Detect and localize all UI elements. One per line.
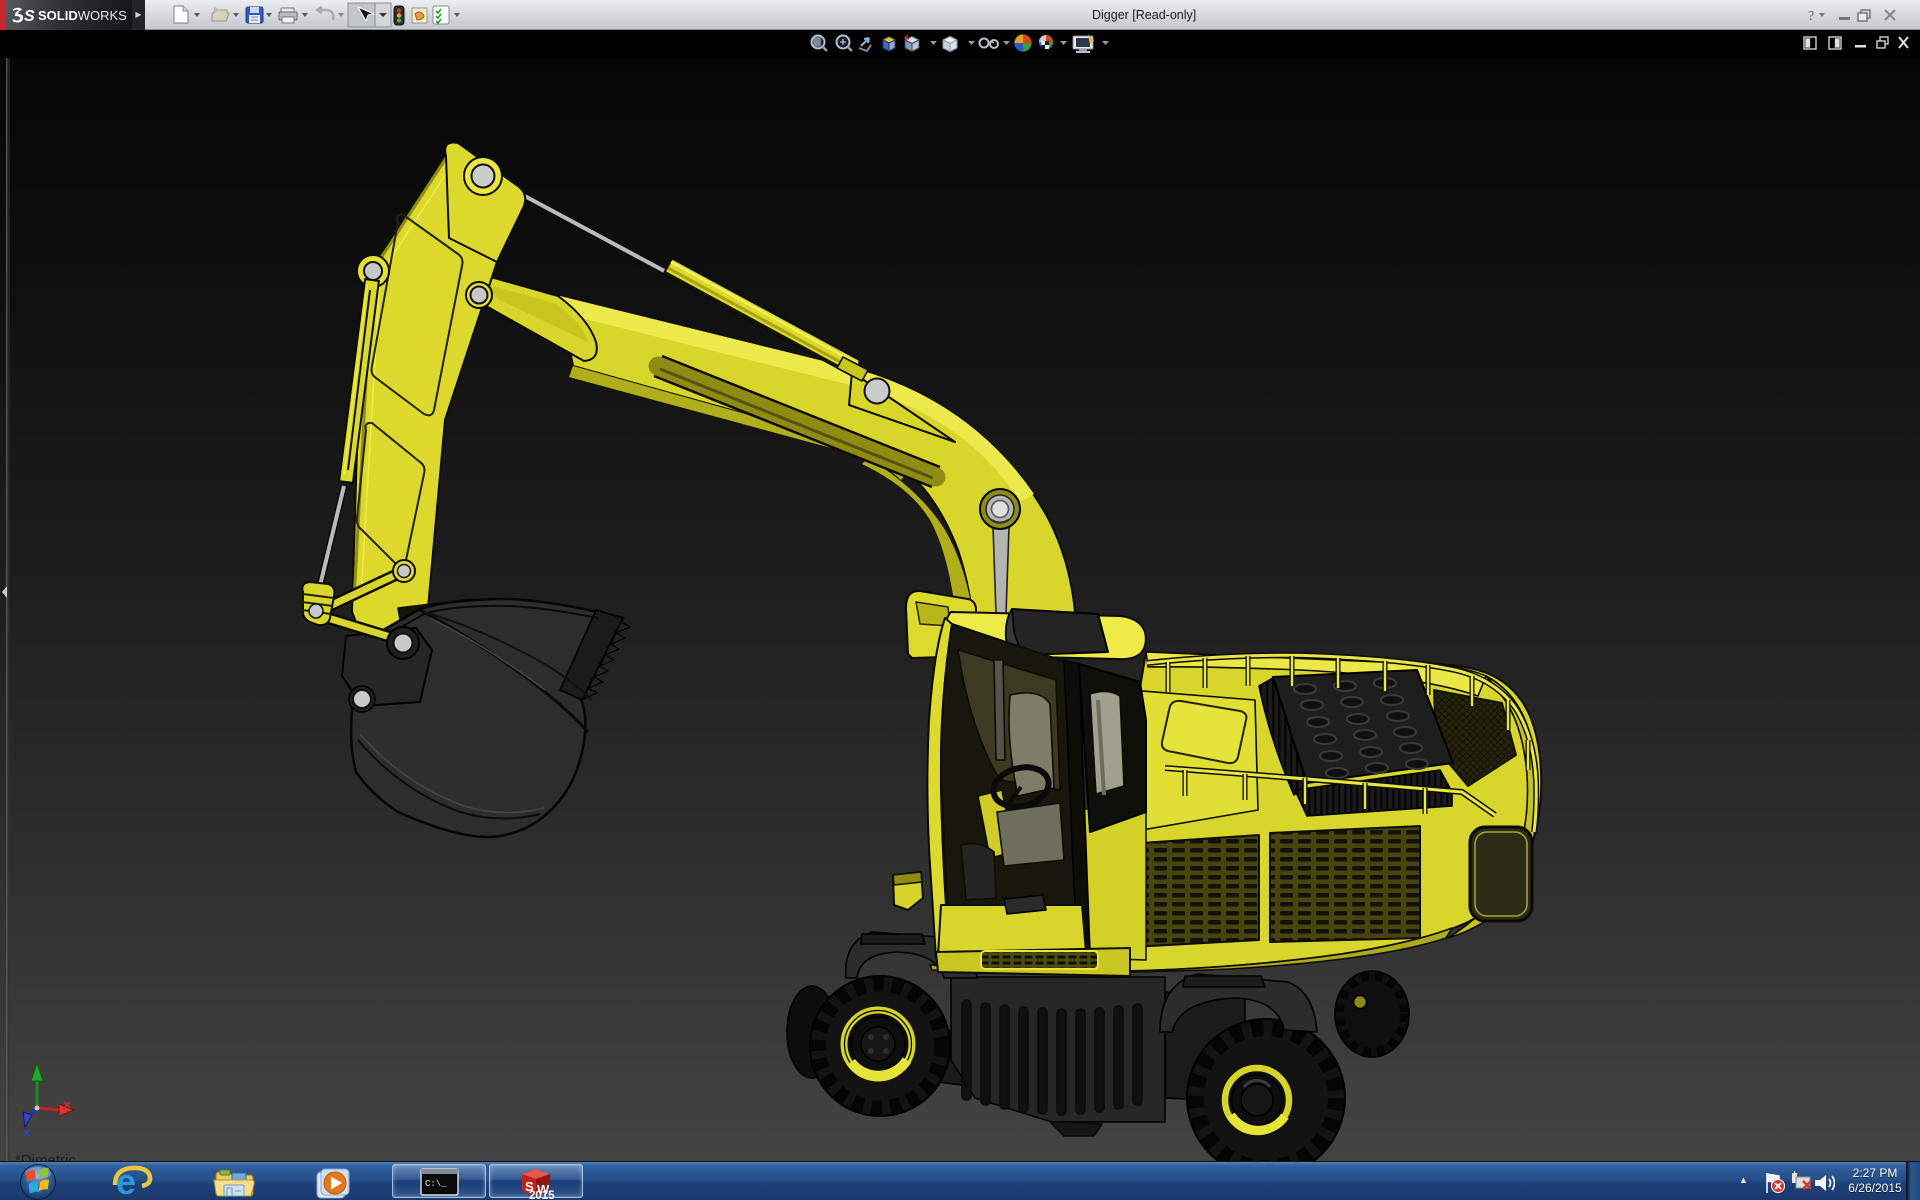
svg-text:C:\_: C:\_ [425,1179,447,1189]
svg-text:?: ? [1808,9,1814,24]
svg-text:2015: 2015 [529,1190,555,1199]
svg-text:SOLIDWORKS: SOLIDWORKS [38,8,127,23]
svg-text:S: S [24,8,35,25]
